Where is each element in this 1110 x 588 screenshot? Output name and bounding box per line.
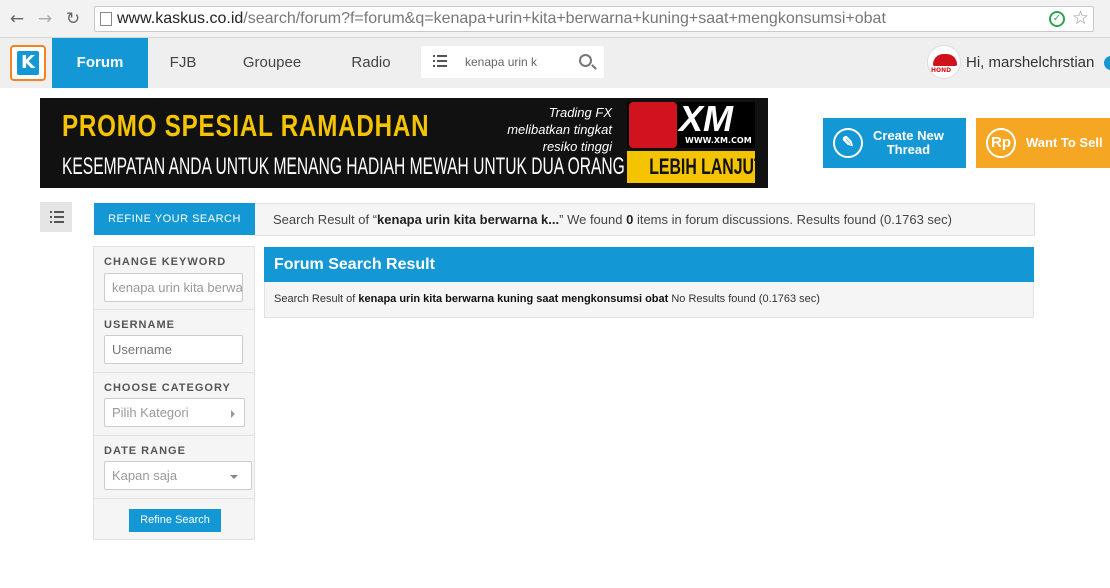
- category-select[interactable]: Pilih Kategori: [104, 398, 245, 427]
- banner-cta-label: LEBIH LANJUT: [649, 154, 764, 179]
- nav-tab-radio[interactable]: Radio: [336, 38, 406, 88]
- nav-tab-fjb[interactable]: FJB: [148, 38, 218, 88]
- url-domain: www.kaskus.co.id: [117, 10, 244, 27]
- xm-brand-text: XM: [679, 98, 733, 139]
- change-keyword-label: CHANGE KEYWORD: [104, 256, 227, 268]
- xm-brand-url: WWW.XM.COM: [685, 136, 752, 145]
- date-range-section: DATE RANGE Kapan saja: [94, 436, 254, 499]
- nav-tab-forum[interactable]: Forum: [52, 38, 148, 88]
- browser-toolbar: ← → ↻ www.kaskus.co.id/search/forum?f=fo…: [0, 0, 1110, 38]
- kaskus-logo[interactable]: K: [10, 45, 46, 81]
- xm-brand-logo: XM WWW.XM.COM: [627, 98, 755, 148]
- top-search-box: [421, 46, 604, 78]
- want-to-sell-button[interactable]: Rp Want To Sell: [976, 118, 1110, 168]
- top-search-input[interactable]: [465, 52, 555, 72]
- rupiah-icon: Rp: [986, 128, 1016, 158]
- summary-mid: ” We found: [559, 212, 627, 227]
- search-icon[interactable]: [579, 54, 592, 67]
- banner-headline: PROMO SPESIAL RAMADHAN: [62, 108, 430, 143]
- username-field[interactable]: [104, 335, 243, 364]
- search-filter-list-icon[interactable]: [433, 55, 447, 67]
- keyword-input[interactable]: [112, 280, 242, 295]
- category-section: CHOOSE CATEGORY Pilih Kategori: [94, 373, 254, 436]
- honda-wing-logo: [933, 54, 957, 66]
- result-prefix: Search Result of: [274, 293, 359, 305]
- banner-cta-button[interactable]: LEBIH LANJUT: [627, 151, 764, 183]
- user-greeting[interactable]: Hi, marshelchrstian: [966, 38, 1094, 88]
- ad-banner[interactable]: PROMO SPESIAL RAMADHAN KESEMPATAN ANDA U…: [40, 98, 768, 188]
- forum-search-result-title: Forum Search Result: [264, 247, 1034, 282]
- search-summary: Search Result of “kenapa urin kita berwa…: [255, 203, 1035, 236]
- keyword-section: CHANGE KEYWORD: [94, 247, 254, 310]
- notification-icon[interactable]: [1104, 56, 1110, 70]
- date-range-value: Kapan saja: [112, 468, 178, 483]
- refine-sidebar: CHANGE KEYWORD USERNAME CHOOSE CATEGORY …: [93, 246, 255, 540]
- summary-prefix: Search Result of “: [273, 212, 378, 227]
- url-path: /search/forum?f=forum&q=kenapa+urin+kita…: [243, 10, 886, 27]
- result-query: kenapa urin kita berwarna kuning saat me…: [358, 293, 669, 305]
- forum-search-result-body: Search Result of kenapa urin kita berwar…: [264, 282, 1034, 318]
- refine-search-button[interactable]: Refine Search: [129, 509, 221, 532]
- refine-your-search-tab[interactable]: REFINE YOUR SEARCH: [94, 203, 255, 235]
- username-section: USERNAME: [94, 310, 254, 373]
- page-icon: [100, 12, 112, 26]
- pencil-icon: ✎: [833, 128, 863, 158]
- chevron-down-icon: [230, 475, 238, 479]
- banner-risk-note: Trading FX melibatkan tingkat resiko tin…: [507, 105, 612, 154]
- result-suffix: No Results found (0.1763 sec): [668, 293, 820, 305]
- banner-subline: KESEMPATAN ANDA UNTUK MENANG HADIAH MEWA…: [62, 153, 625, 180]
- create-thread-label: Create New Thread: [873, 129, 944, 157]
- summary-suffix: items in forum discussions. Results foun…: [633, 212, 952, 227]
- forward-arrow-icon[interactable]: →: [34, 8, 56, 30]
- want-to-sell-label: Want To Sell: [1026, 135, 1103, 150]
- site-navbar: K Forum FJB Groupee Radio HOND Hi, marsh…: [0, 38, 1110, 88]
- chevron-right-icon: [231, 410, 235, 418]
- create-new-thread-button[interactable]: ✎ Create New Thread: [823, 118, 966, 168]
- category-value: Pilih Kategori: [112, 405, 189, 420]
- nav-tab-groupee[interactable]: Groupee: [228, 38, 316, 88]
- avatar[interactable]: HOND: [927, 45, 961, 79]
- choose-category-label: CHOOSE CATEGORY: [104, 382, 231, 394]
- back-arrow-icon[interactable]: ←: [6, 8, 28, 30]
- avatar-text: HOND: [931, 67, 952, 74]
- list-icon: [50, 211, 64, 223]
- create-thread-label-line2: Thread: [886, 142, 931, 157]
- kaskus-logo-letter: K: [17, 51, 39, 75]
- bull-icon: [629, 102, 677, 148]
- date-range-label: DATE RANGE: [104, 445, 186, 457]
- username-input[interactable]: [112, 342, 242, 357]
- username-label: USERNAME: [104, 319, 175, 331]
- bookmark-star-icon[interactable]: ☆: [1072, 8, 1089, 30]
- date-range-select[interactable]: Kapan saja: [104, 461, 252, 490]
- create-thread-label-line1: Create New: [873, 128, 944, 143]
- summary-query: kenapa urin kita berwarna k...: [377, 212, 560, 227]
- secure-check-icon[interactable]: ✓: [1049, 11, 1065, 27]
- sidebar-toggle-button[interactable]: [40, 202, 72, 232]
- reload-icon[interactable]: ↻: [62, 8, 84, 30]
- address-bar[interactable]: www.kaskus.co.id/search/forum?f=forum&q=…: [94, 6, 1094, 32]
- keyword-field[interactable]: [104, 273, 243, 302]
